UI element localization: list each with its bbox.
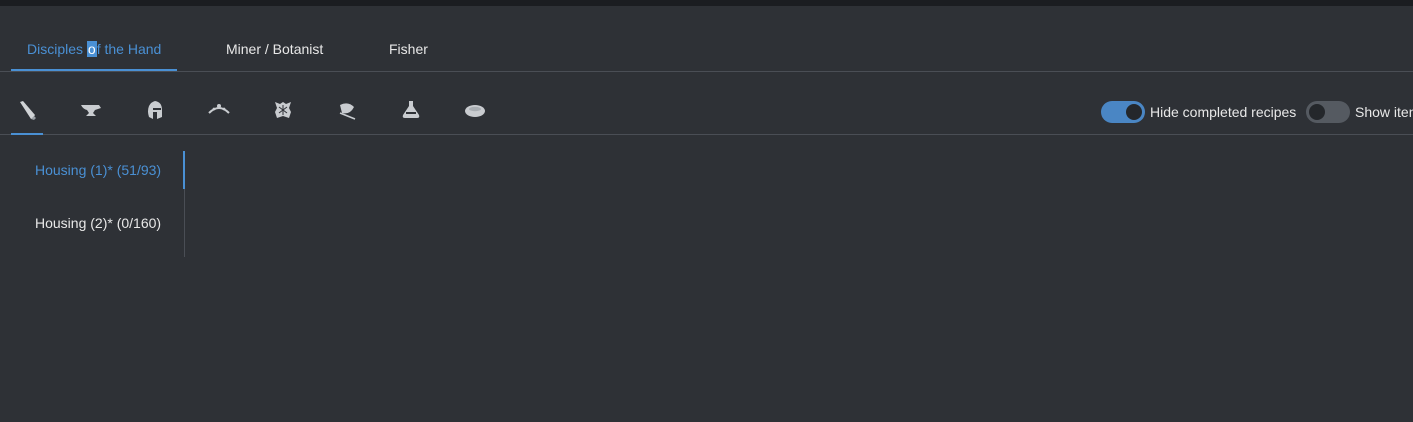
hide-completed-toggle-group: Hide completed recipes xyxy=(1101,100,1296,124)
alchemist-flask-icon xyxy=(402,101,420,118)
job-tab-goldsmith[interactable] xyxy=(203,86,235,134)
weaver-needle-icon xyxy=(339,103,356,120)
crafting-log-window: Disciples of the Hand Miner / Botanist F… xyxy=(0,0,1413,422)
class-tab-bar: Disciples of the Hand Miner / Botanist F… xyxy=(0,30,1413,72)
hide-completed-label: Hide completed recipes xyxy=(1150,104,1297,120)
armorer-helmet-icon xyxy=(148,101,162,119)
tab-label-part: Disciples xyxy=(27,41,87,57)
show-items-label: Show iten xyxy=(1355,104,1413,120)
tab-fisher[interactable]: Fisher xyxy=(389,30,428,70)
job-tab-alchemist[interactable] xyxy=(395,86,427,134)
show-items-toggle-group: Show iten xyxy=(1306,100,1413,124)
recipe-group-housing-2[interactable]: Housing (2)* (0/160) xyxy=(0,204,184,242)
job-tab-leatherworker[interactable] xyxy=(267,86,299,134)
switch-knob xyxy=(1126,104,1142,120)
recipe-group-list: Housing (1)* (51/93) Housing (2)* (0/160… xyxy=(0,151,185,257)
tab-label-part: f the Hand xyxy=(96,41,162,57)
culinarian-dish-icon xyxy=(465,105,485,117)
carpenter-saw-icon xyxy=(20,101,36,120)
goldsmith-circlet-icon xyxy=(208,104,230,114)
blacksmith-anvil-icon xyxy=(81,105,101,116)
title-bar-strip xyxy=(0,0,1413,6)
tab-disciples-of-the-hand[interactable]: Disciples of the Hand xyxy=(10,30,178,71)
text-selection-highlight: o xyxy=(86,41,97,57)
job-tab-carpenter[interactable] xyxy=(11,86,43,135)
job-tab-armorer[interactable] xyxy=(139,86,171,134)
leatherworker-hide-icon xyxy=(275,102,291,118)
tab-miner-botanist[interactable]: Miner / Botanist xyxy=(226,30,323,70)
job-tab-blacksmith[interactable] xyxy=(75,86,107,134)
switch-knob xyxy=(1309,104,1325,120)
show-items-switch[interactable] xyxy=(1306,101,1350,123)
job-tab-culinarian[interactable] xyxy=(459,86,491,134)
hide-completed-switch[interactable] xyxy=(1101,101,1145,123)
job-tab-weaver[interactable] xyxy=(331,86,363,134)
recipe-group-housing-1[interactable]: Housing (1)* (51/93) xyxy=(0,151,185,189)
